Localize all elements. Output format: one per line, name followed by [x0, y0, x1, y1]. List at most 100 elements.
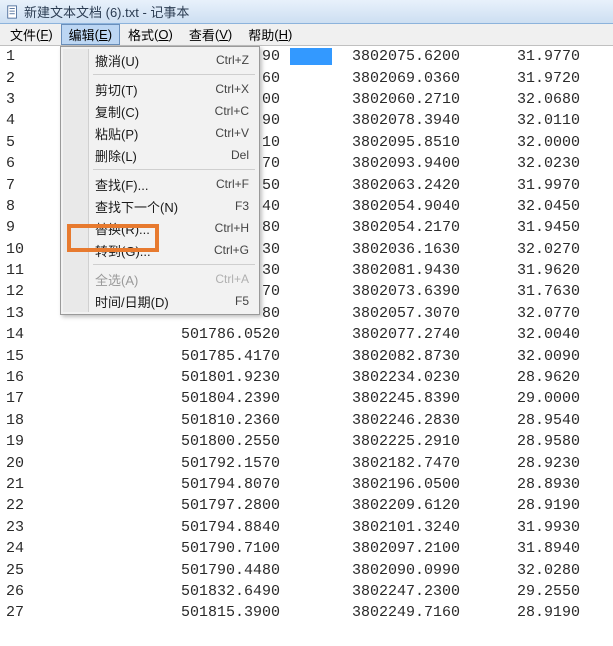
- col2-value: 3802246.2830: [290, 412, 470, 429]
- text-line: 16501801.92303802234.023028.9620: [0, 367, 613, 388]
- line-number: 2: [0, 70, 40, 87]
- col2-value: 3802054.2170: [290, 219, 470, 236]
- line-number: 8: [0, 198, 40, 215]
- line-number: 6: [0, 155, 40, 172]
- col3-value: 31.9720: [470, 70, 590, 87]
- line-number: 14: [0, 326, 40, 343]
- menu-file[interactable]: 文件(F): [2, 24, 61, 45]
- col2-value: 3802234.0230: [290, 369, 470, 386]
- text-line: 25501790.44803802090.099032.0280: [0, 559, 613, 580]
- notepad-icon: [6, 5, 20, 19]
- line-number: 18: [0, 412, 40, 429]
- col3-value: 28.9190: [470, 604, 590, 621]
- col3-value: 28.9620: [470, 369, 590, 386]
- col2-value: 3802209.6120: [290, 497, 470, 514]
- col3-value: 28.9190: [470, 497, 590, 514]
- text-line: 21501794.80703802196.050028.8930: [0, 474, 613, 495]
- col1-value: 501810.2360: [40, 412, 290, 429]
- col1-value: 501804.2390: [40, 390, 290, 407]
- text-line: 14501786.05203802077.274032.0040: [0, 324, 613, 345]
- text-line: 27501815.39003802249.716028.9190: [0, 602, 613, 623]
- line-number: 15: [0, 348, 40, 365]
- col3-value: 31.9930: [470, 519, 590, 536]
- col3-value: 29.0000: [470, 390, 590, 407]
- text-selection: [290, 48, 332, 65]
- line-number: 9: [0, 219, 40, 236]
- edit-delete[interactable]: 删除(L) Del: [63, 144, 257, 166]
- col3-value: 32.0090: [470, 348, 590, 365]
- col2-value: 3802196.0500: [290, 476, 470, 493]
- line-number: 22: [0, 497, 40, 514]
- edit-dropdown: 撤消(U) Ctrl+Z 剪切(T) Ctrl+X 复制(C) Ctrl+C 粘…: [60, 46, 260, 315]
- edit-copy[interactable]: 复制(C) Ctrl+C: [63, 100, 257, 122]
- col2-value: 3802057.3070: [290, 305, 470, 322]
- col2-value: 3802101.3240: [290, 519, 470, 536]
- col2-value: 3802093.9400: [290, 155, 470, 172]
- line-number: 27: [0, 604, 40, 621]
- line-number: 26: [0, 583, 40, 600]
- col3-value: 32.0230: [470, 155, 590, 172]
- menu-help[interactable]: 帮助(H): [240, 24, 300, 45]
- line-number: 24: [0, 540, 40, 557]
- col1-value: 501815.3900: [40, 604, 290, 621]
- col2-value: 3802249.7160: [290, 604, 470, 621]
- edit-select-all[interactable]: 全选(A) Ctrl+A: [63, 268, 257, 290]
- col2-value: 3802225.2910: [290, 433, 470, 450]
- col3-value: 32.0770: [470, 305, 590, 322]
- menu-bar: 文件(F) 编辑(E) 格式(O) 查看(V) 帮助(H): [0, 24, 613, 46]
- text-line: 24501790.71003802097.210031.8940: [0, 538, 613, 559]
- col3-value: 32.0110: [470, 112, 590, 129]
- col2-value: 3802245.8390: [290, 390, 470, 407]
- menu-format[interactable]: 格式(O): [120, 24, 181, 45]
- title-bar: 新建文本文档 (6).txt - 记事本: [0, 0, 613, 24]
- line-number: 13: [0, 305, 40, 322]
- separator: [93, 264, 255, 265]
- line-number: 23: [0, 519, 40, 536]
- separator: [93, 169, 255, 170]
- edit-time-date[interactable]: 时间/日期(D) F5: [63, 290, 257, 312]
- col3-value: 32.0040: [470, 326, 590, 343]
- text-line: 22501797.28003802209.612028.9190: [0, 495, 613, 516]
- text-line: 26501832.64903802247.230029.2550: [0, 581, 613, 602]
- col3-value: 32.0270: [470, 241, 590, 258]
- col2-value: 3802247.2300: [290, 583, 470, 600]
- edit-find[interactable]: 查找(F)... Ctrl+F: [63, 173, 257, 195]
- line-number: 12: [0, 283, 40, 300]
- edit-paste[interactable]: 粘贴(P) Ctrl+V: [63, 122, 257, 144]
- col3-value: 28.9540: [470, 412, 590, 429]
- col3-value: 31.9970: [470, 177, 590, 194]
- line-number: 19: [0, 433, 40, 450]
- line-number: 21: [0, 476, 40, 493]
- col1-value: 501797.2800: [40, 497, 290, 514]
- text-line: 15501785.41703802082.873032.0090: [0, 345, 613, 366]
- edit-undo[interactable]: 撤消(U) Ctrl+Z: [63, 49, 257, 71]
- col3-value: 32.0000: [470, 134, 590, 151]
- text-line: 23501794.88403802101.324031.9930: [0, 517, 613, 538]
- edit-cut[interactable]: 剪切(T) Ctrl+X: [63, 78, 257, 100]
- col2-value: 3802077.2740: [290, 326, 470, 343]
- line-number: 10: [0, 241, 40, 258]
- col3-value: 28.9580: [470, 433, 590, 450]
- col1-value: 501790.7100: [40, 540, 290, 557]
- col2-value: 3802081.9430: [290, 262, 470, 279]
- line-number: 20: [0, 455, 40, 472]
- menu-edit[interactable]: 编辑(E): [61, 24, 120, 45]
- edit-find-next[interactable]: 查找下一个(N) F3: [63, 195, 257, 217]
- col2-value: 3802078.3940: [290, 112, 470, 129]
- line-number: 25: [0, 562, 40, 579]
- edit-goto[interactable]: 转到(G)... Ctrl+G: [63, 239, 257, 261]
- col2-value: 3802075.6200: [332, 48, 470, 65]
- col1-value: 501800.2550: [40, 433, 290, 450]
- line-number: 1: [0, 48, 40, 65]
- col3-value: 31.9620: [470, 262, 590, 279]
- text-line: 17501804.23903802245.839029.0000: [0, 388, 613, 409]
- col1-value: 501794.8070: [40, 476, 290, 493]
- col1-value: 501794.8840: [40, 519, 290, 536]
- text-line: 18501810.23603802246.283028.9540: [0, 410, 613, 431]
- menu-view[interactable]: 查看(V): [181, 24, 240, 45]
- col3-value: 29.2550: [470, 583, 590, 600]
- col1-value: 501786.0520: [40, 326, 290, 343]
- col3-value: 31.7630: [470, 283, 590, 300]
- edit-replace[interactable]: 替换(R)... Ctrl+H: [63, 217, 257, 239]
- col2-value: 3802069.0360: [290, 70, 470, 87]
